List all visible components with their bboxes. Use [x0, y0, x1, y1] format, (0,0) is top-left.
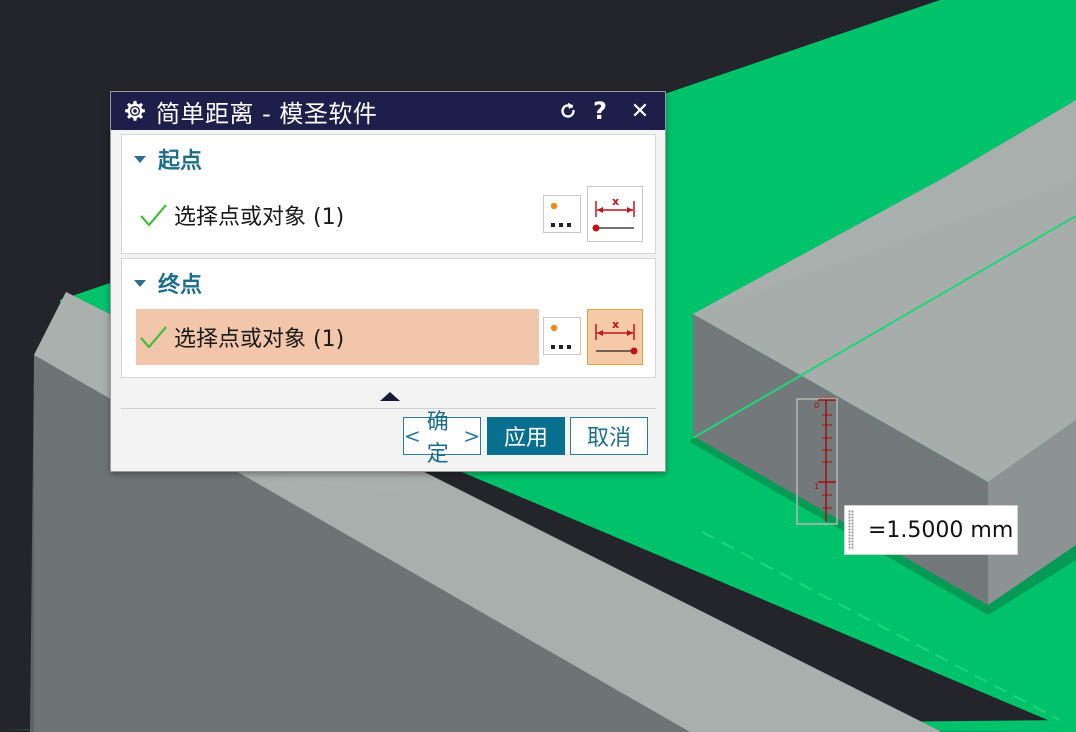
dialog-title-bar[interactable]: 简单距离 - 模圣软件 ? ✕ — [111, 92, 665, 130]
start-point-distance-button[interactable]: x — [587, 186, 643, 242]
point-dialog-icon — [550, 202, 571, 227]
help-icon: ? — [593, 97, 607, 125]
cancel-button-label: 取消 — [586, 426, 631, 451]
start-point-dialog-button[interactable] — [543, 195, 581, 233]
start-point-group: 起点 选择点或对象 (1) x — [121, 134, 656, 254]
close-icon: ✕ — [630, 98, 650, 124]
distance-icon-letter: x — [612, 318, 619, 331]
drag-grip-icon[interactable] — [848, 510, 854, 550]
ok-button[interactable]: < 确定 > — [403, 410, 481, 467]
point-dialog-icon — [550, 324, 571, 349]
start-point-title: 起点 — [158, 149, 203, 174]
divider — [121, 408, 656, 409]
end-point-selection-label: 选择点或对象 (1) — [174, 327, 345, 352]
reset-icon — [561, 102, 575, 118]
start-point-selection-label: 选择点或对象 (1) — [174, 205, 345, 230]
distance-readout[interactable]: =1.5000 mm — [844, 505, 1018, 555]
reset-button[interactable] — [555, 98, 581, 124]
end-point-selection-row[interactable]: 选择点或对象 (1) — [136, 309, 539, 365]
ruler-label-1: 1 — [814, 482, 819, 491]
chevron-down-icon — [134, 279, 146, 287]
checkmark-icon — [140, 204, 167, 227]
ok-left-chevron-icon: < — [404, 424, 421, 448]
start-point-header[interactable]: 起点 — [134, 143, 202, 175]
apply-button-label: 应用 — [503, 426, 548, 451]
checkmark-icon — [140, 326, 167, 349]
distance-readout-value: =1.5000 mm — [868, 517, 1014, 543]
end-point-header[interactable]: 终点 — [134, 267, 202, 299]
end-point-title: 终点 — [158, 273, 203, 298]
help-button[interactable]: ? — [587, 97, 613, 125]
collapse-arrow-icon[interactable] — [380, 392, 400, 401]
gear-icon — [125, 100, 145, 121]
start-point-selection-row[interactable]: 选择点或对象 (1) — [136, 187, 539, 243]
ok-right-chevron-icon: > — [463, 424, 480, 448]
end-point-group: 终点 选择点或对象 (1) x — [121, 258, 656, 378]
chevron-down-icon — [134, 155, 146, 163]
end-point-distance-button[interactable]: x — [587, 309, 643, 365]
distance-icon: x — [592, 195, 635, 232]
distance-icon-letter: x — [612, 195, 619, 208]
distance-icon: x — [595, 318, 638, 355]
close-button[interactable]: ✕ — [627, 98, 653, 124]
ruler-label-0: 0 — [814, 401, 819, 410]
simple-distance-dialog: 简单距离 - 模圣软件 ? ✕ 起点 选择点或对象 (1) x 终点 选择点或对… — [110, 91, 666, 472]
apply-button[interactable]: 应用 — [487, 417, 565, 455]
cancel-button[interactable]: 取消 — [570, 417, 648, 455]
end-point-dialog-button[interactable] — [543, 317, 581, 355]
dialog-title: 简单距离 - 模圣软件 — [156, 99, 378, 128]
ok-button-label: 确定 — [426, 410, 449, 467]
